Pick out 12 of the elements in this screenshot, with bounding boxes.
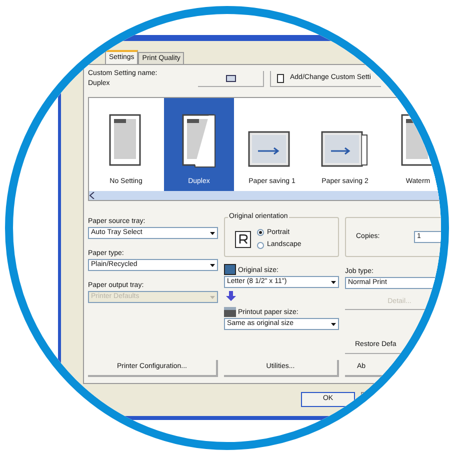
portrait-icon xyxy=(235,230,251,248)
monitor-icon xyxy=(224,264,236,275)
document-icon xyxy=(277,74,284,83)
radio-button[interactable] xyxy=(257,229,264,236)
page-icon xyxy=(181,112,217,168)
scrollbar[interactable] xyxy=(89,191,441,200)
folder-icon xyxy=(226,75,236,82)
scroll-left-icon xyxy=(89,192,95,199)
page-icon xyxy=(108,112,144,168)
page-layout-icon xyxy=(321,130,369,168)
down-arrow-icon xyxy=(226,291,236,301)
radio-button[interactable] xyxy=(257,242,264,249)
